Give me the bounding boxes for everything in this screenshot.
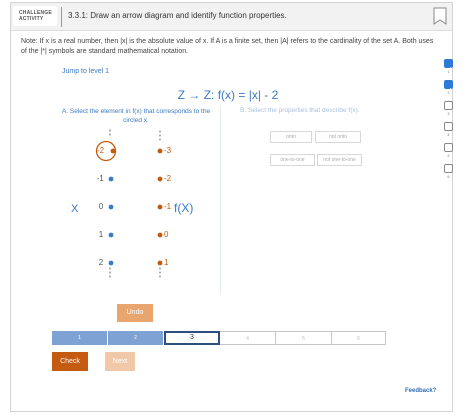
level-2[interactable]: 2: [108, 331, 164, 345]
domain-value: -2: [97, 146, 105, 155]
side-level-3-num: 3: [447, 112, 450, 116]
codomain-dot[interactable]: [157, 232, 163, 238]
domain-dot[interactable]: [108, 176, 114, 182]
domain-value: -1: [96, 174, 104, 183]
side-level-6-box: [444, 164, 453, 173]
side-level-2-box[interactable]: [444, 80, 453, 94]
codomain-dot[interactable]: [157, 148, 163, 154]
level-1[interactable]: 1: [52, 331, 108, 345]
domain-dot[interactable]: [108, 260, 114, 266]
codomain-dot[interactable]: [157, 204, 163, 210]
level-4: 4: [220, 331, 276, 345]
check-button[interactable]: Check: [52, 352, 88, 371]
domain-value: 1: [98, 230, 104, 239]
side-level-5-box: [444, 143, 453, 152]
level-6: 6: [332, 331, 386, 345]
side-level-3-box[interactable]: [444, 101, 453, 110]
codomain-label: f(X): [174, 201, 194, 215]
domain-dot[interactable]: [108, 204, 114, 210]
side-level-4-box: [444, 122, 453, 131]
codomain-value: 0: [164, 230, 169, 239]
domain-label: X: [71, 203, 79, 215]
codomain-dot[interactable]: [157, 176, 163, 182]
domain-dot[interactable]: [108, 232, 114, 238]
side-level-5-num: 5: [447, 154, 450, 158]
side-level-2-num: 2: [447, 91, 450, 95]
undo-button[interactable]: Undo: [117, 304, 153, 322]
level-3[interactable]: 3: [164, 331, 220, 345]
domain-dot[interactable]: [110, 148, 116, 154]
codomain-value: -3: [164, 146, 172, 155]
codomain-value: -2: [164, 174, 172, 183]
codomain-value: -1: [164, 202, 172, 211]
level-progress-bar: 1 2 3 4 5 6: [52, 331, 386, 345]
next-button[interactable]: Next: [105, 352, 135, 371]
codomain-dot[interactable]: [157, 260, 163, 266]
domain-value: 0: [98, 202, 104, 211]
feedback-link[interactable]: Feedback?: [405, 388, 436, 394]
side-level-6-num: 6: [447, 175, 450, 179]
side-level-1-num: 1: [447, 70, 450, 74]
domain-value: 2: [98, 258, 104, 267]
side-level-1-box[interactable]: [444, 59, 453, 73]
level-5: 5: [276, 331, 332, 345]
side-level-4-num: 4: [447, 133, 450, 137]
codomain-value: 1: [164, 258, 169, 267]
